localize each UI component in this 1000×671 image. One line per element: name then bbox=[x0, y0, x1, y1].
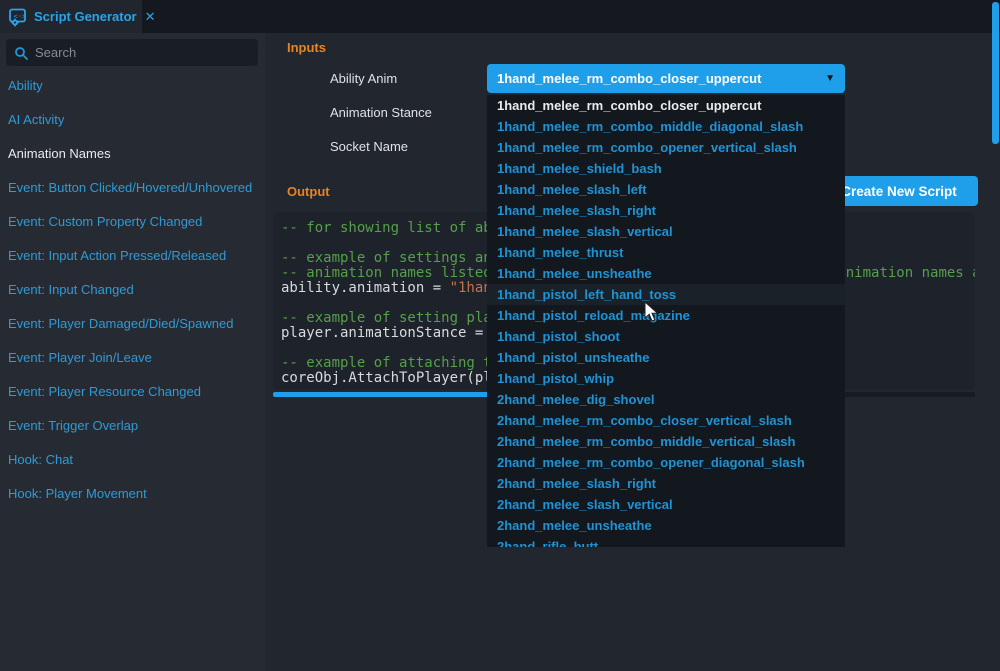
dropdown-option[interactable]: 1hand_pistol_unsheathe bbox=[487, 347, 845, 368]
tab-bar: <·> Script Generator ✕ bbox=[0, 0, 1000, 33]
search-input[interactable] bbox=[35, 45, 235, 60]
sidebar: AbilityAI ActivityAnimation NamesEvent: … bbox=[0, 33, 265, 671]
dropdown-option[interactable]: 1hand_pistol_reload_magazine bbox=[487, 305, 845, 326]
dropdown-option[interactable]: 1hand_melee_shield_bash bbox=[487, 158, 845, 179]
sidebar-item[interactable]: Event: Player Damaged/Died/Spawned bbox=[0, 307, 265, 341]
field-label-animation-stance: Animation Stance bbox=[330, 105, 432, 120]
dropdown-option[interactable]: 1hand_melee_rm_combo_opener_vertical_sla… bbox=[487, 137, 845, 158]
tab-script-generator[interactable]: <·> Script Generator ✕ bbox=[0, 0, 142, 33]
dropdown-option[interactable]: 2hand_melee_slash_right bbox=[487, 473, 845, 494]
field-label-ability-anim: Ability Anim bbox=[330, 71, 397, 86]
output-header: Output bbox=[287, 184, 330, 199]
sidebar-item[interactable]: Hook: Chat bbox=[0, 443, 265, 477]
dropdown-option[interactable]: 2hand_melee_dig_shovel bbox=[487, 389, 845, 410]
sidebar-list: AbilityAI ActivityAnimation NamesEvent: … bbox=[0, 69, 265, 511]
search-icon bbox=[14, 46, 28, 60]
dropdown-scrollbar-thumb[interactable] bbox=[992, 2, 999, 144]
tab-title: Script Generator bbox=[34, 9, 137, 24]
tab-close-icon[interactable]: ✕ bbox=[145, 9, 156, 25]
sidebar-item[interactable]: Event: Player Join/Leave bbox=[0, 341, 265, 375]
sidebar-item[interactable]: Animation Names bbox=[0, 137, 265, 171]
dropdown-option[interactable]: 2hand_rifle_butt bbox=[487, 536, 845, 547]
dropdown-option[interactable]: 1hand_melee_unsheathe bbox=[487, 263, 845, 284]
dropdown-selected-value: 1hand_melee_rm_combo_closer_uppercut bbox=[497, 71, 825, 86]
dropdown-option[interactable]: 2hand_melee_rm_combo_closer_vertical_sla… bbox=[487, 410, 845, 431]
sidebar-item[interactable]: AI Activity bbox=[0, 103, 265, 137]
dropdown-option[interactable]: 1hand_melee_thrust bbox=[487, 242, 845, 263]
sidebar-item[interactable]: Event: Input Action Pressed/Released bbox=[0, 239, 265, 273]
dropdown-option[interactable]: 2hand_melee_rm_combo_middle_vertical_sla… bbox=[487, 431, 845, 452]
dropdown-option[interactable]: 1hand_melee_slash_left bbox=[487, 179, 845, 200]
dropdown-option[interactable]: 1hand_melee_rm_combo_middle_diagonal_sla… bbox=[487, 116, 845, 137]
sidebar-item[interactable]: Ability bbox=[0, 69, 265, 103]
dropdown-option[interactable]: 2hand_melee_rm_combo_opener_diagonal_sla… bbox=[487, 452, 845, 473]
sidebar-item[interactable]: Hook: Player Movement bbox=[0, 477, 265, 511]
script-generator-window: <·> Script Generator ✕ bbox=[0, 0, 1000, 671]
dropdown-option[interactable]: 1hand_pistol_left_hand_toss bbox=[487, 284, 845, 305]
ability-anim-dropdown[interactable]: 1hand_melee_rm_combo_closer_uppercut ▼ bbox=[487, 64, 845, 93]
dropdown-option[interactable]: 1hand_melee_slash_right bbox=[487, 200, 845, 221]
search-box[interactable] bbox=[6, 39, 258, 66]
script-generator-icon: <·> bbox=[8, 7, 28, 27]
dropdown-option[interactable]: 1hand_pistol_shoot bbox=[487, 326, 845, 347]
sidebar-item[interactable]: Event: Custom Property Changed bbox=[0, 205, 265, 239]
chevron-down-icon: ▼ bbox=[825, 73, 835, 84]
sidebar-item[interactable]: Event: Input Changed bbox=[0, 273, 265, 307]
dropdown-option[interactable]: 2hand_melee_slash_vertical bbox=[487, 494, 845, 515]
sidebar-item[interactable]: Event: Player Resource Changed bbox=[0, 375, 265, 409]
dropdown-option[interactable]: 2hand_melee_unsheathe bbox=[487, 515, 845, 536]
dropdown-options: 1hand_melee_rm_combo_closer_uppercut1han… bbox=[487, 95, 845, 547]
field-label-socket-name: Socket Name bbox=[330, 139, 408, 154]
dropdown-option[interactable]: 1hand_pistol_whip bbox=[487, 368, 845, 389]
dropdown-option[interactable]: 1hand_melee_rm_combo_closer_uppercut bbox=[487, 95, 845, 116]
sidebar-item[interactable]: Event: Button Clicked/Hovered/Unhovered bbox=[0, 171, 265, 205]
sidebar-item[interactable]: Event: Trigger Overlap bbox=[0, 409, 265, 443]
inputs-header: Inputs bbox=[287, 40, 326, 55]
dropdown-option[interactable]: 1hand_melee_slash_vertical bbox=[487, 221, 845, 242]
